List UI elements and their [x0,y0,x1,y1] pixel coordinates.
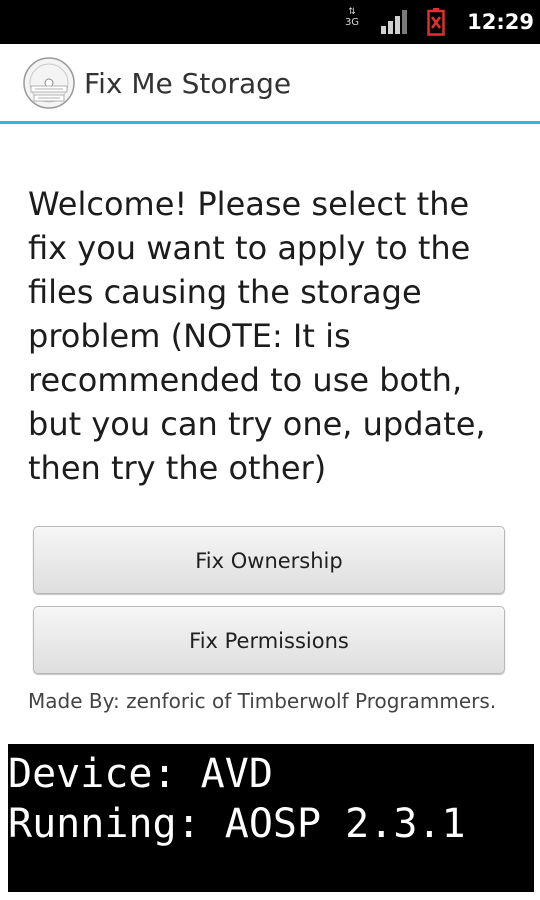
signal-bars-icon [381,10,407,34]
app-title: Fix Me Storage [84,67,292,100]
welcome-message: Welcome! Please select the fix you want … [28,185,486,487]
fix-permissions-button[interactable]: Fix Permissions [33,606,505,674]
credit-text: Made By: zenforic of Timberwolf Programm… [28,689,497,713]
network-type-label: 3G [344,17,360,28]
status-bar: ⇅ 3G 12:29 [0,0,540,44]
data-activity-arrows-icon: ⇅ [348,7,356,17]
running-line: Running: AOSP 2.3.1 [8,801,466,847]
network-type-indicator: ⇅ 3G [342,8,362,36]
device-info-panel: Device: AVD Running: AOSP 2.3.1 [8,744,534,892]
status-clock: 12:29 [467,10,534,34]
fix-ownership-button[interactable]: Fix Ownership [33,526,505,594]
action-bar-divider [0,121,540,124]
app-logo-icon[interactable] [22,56,76,110]
action-bar: Fix Me Storage [0,44,540,122]
device-line: Device: AVD [8,751,273,797]
battery-empty-icon [427,8,445,36]
